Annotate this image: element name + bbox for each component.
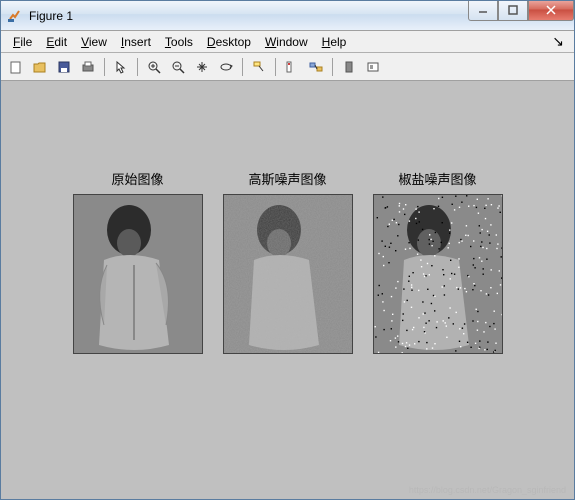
link-button[interactable]: [305, 56, 327, 78]
pointer-button[interactable]: [110, 56, 132, 78]
rotate-3d-button[interactable]: [215, 56, 237, 78]
maximize-button[interactable]: [498, 1, 528, 21]
menu-edit[interactable]: Edit: [40, 33, 73, 51]
gaussian-noise-image: [223, 194, 353, 354]
brush-button[interactable]: [281, 56, 303, 78]
toolbar-separator: [275, 58, 276, 76]
menu-file[interactable]: File: [7, 33, 38, 51]
toolbar-separator: [137, 58, 138, 76]
subplot-original: 原始图像: [73, 169, 203, 354]
new-figure-button[interactable]: [5, 56, 27, 78]
menu-window[interactable]: Window: [259, 33, 314, 51]
figure-canvas: 原始图像 高斯噪声图像: [1, 81, 574, 499]
subplot-title: 原始图像: [111, 169, 163, 188]
zoom-in-button[interactable]: [143, 56, 165, 78]
colorbar-button[interactable]: [338, 56, 360, 78]
legend-button[interactable]: [362, 56, 384, 78]
window-title: Figure 1: [29, 9, 468, 23]
open-button[interactable]: [29, 56, 51, 78]
menu-insert[interactable]: Insert: [115, 33, 157, 51]
toolbar-separator: [104, 58, 105, 76]
menubar: File Edit View Insert Tools Desktop Wind…: [1, 31, 574, 53]
watermark: https://blog.csdn.net/Gragon_sginfriend: [409, 485, 566, 495]
original-image: [73, 194, 203, 354]
subplot-saltpepper: 椒盐噪声图像: [373, 169, 503, 354]
menu-desktop[interactable]: Desktop: [201, 33, 257, 51]
menu-view[interactable]: View: [75, 33, 113, 51]
titlebar: Figure 1: [1, 1, 574, 31]
toolbar-separator: [332, 58, 333, 76]
toolbar: [1, 53, 574, 81]
data-cursor-button[interactable]: [248, 56, 270, 78]
figure-window: Figure 1 File Edit View Insert Tools Des…: [0, 0, 575, 500]
menu-help[interactable]: Help: [316, 33, 353, 51]
matlab-app-icon: [7, 8, 23, 24]
subplot-title: 高斯噪声图像: [248, 169, 326, 188]
window-controls: [468, 1, 574, 21]
close-button[interactable]: [528, 1, 574, 21]
subplot-gaussian: 高斯噪声图像: [223, 169, 353, 354]
print-button[interactable]: [77, 56, 99, 78]
save-button[interactable]: [53, 56, 75, 78]
subplot-row: 原始图像 高斯噪声图像: [1, 169, 574, 354]
minimize-button[interactable]: [468, 1, 498, 21]
toolbar-separator: [242, 58, 243, 76]
menu-tools[interactable]: Tools: [159, 33, 199, 51]
pan-button[interactable]: [191, 56, 213, 78]
zoom-out-button[interactable]: [167, 56, 189, 78]
salt-pepper-noise-image: [373, 194, 503, 354]
subplot-title: 椒盐噪声图像: [398, 169, 476, 188]
dock-button[interactable]: ↘: [548, 33, 568, 50]
